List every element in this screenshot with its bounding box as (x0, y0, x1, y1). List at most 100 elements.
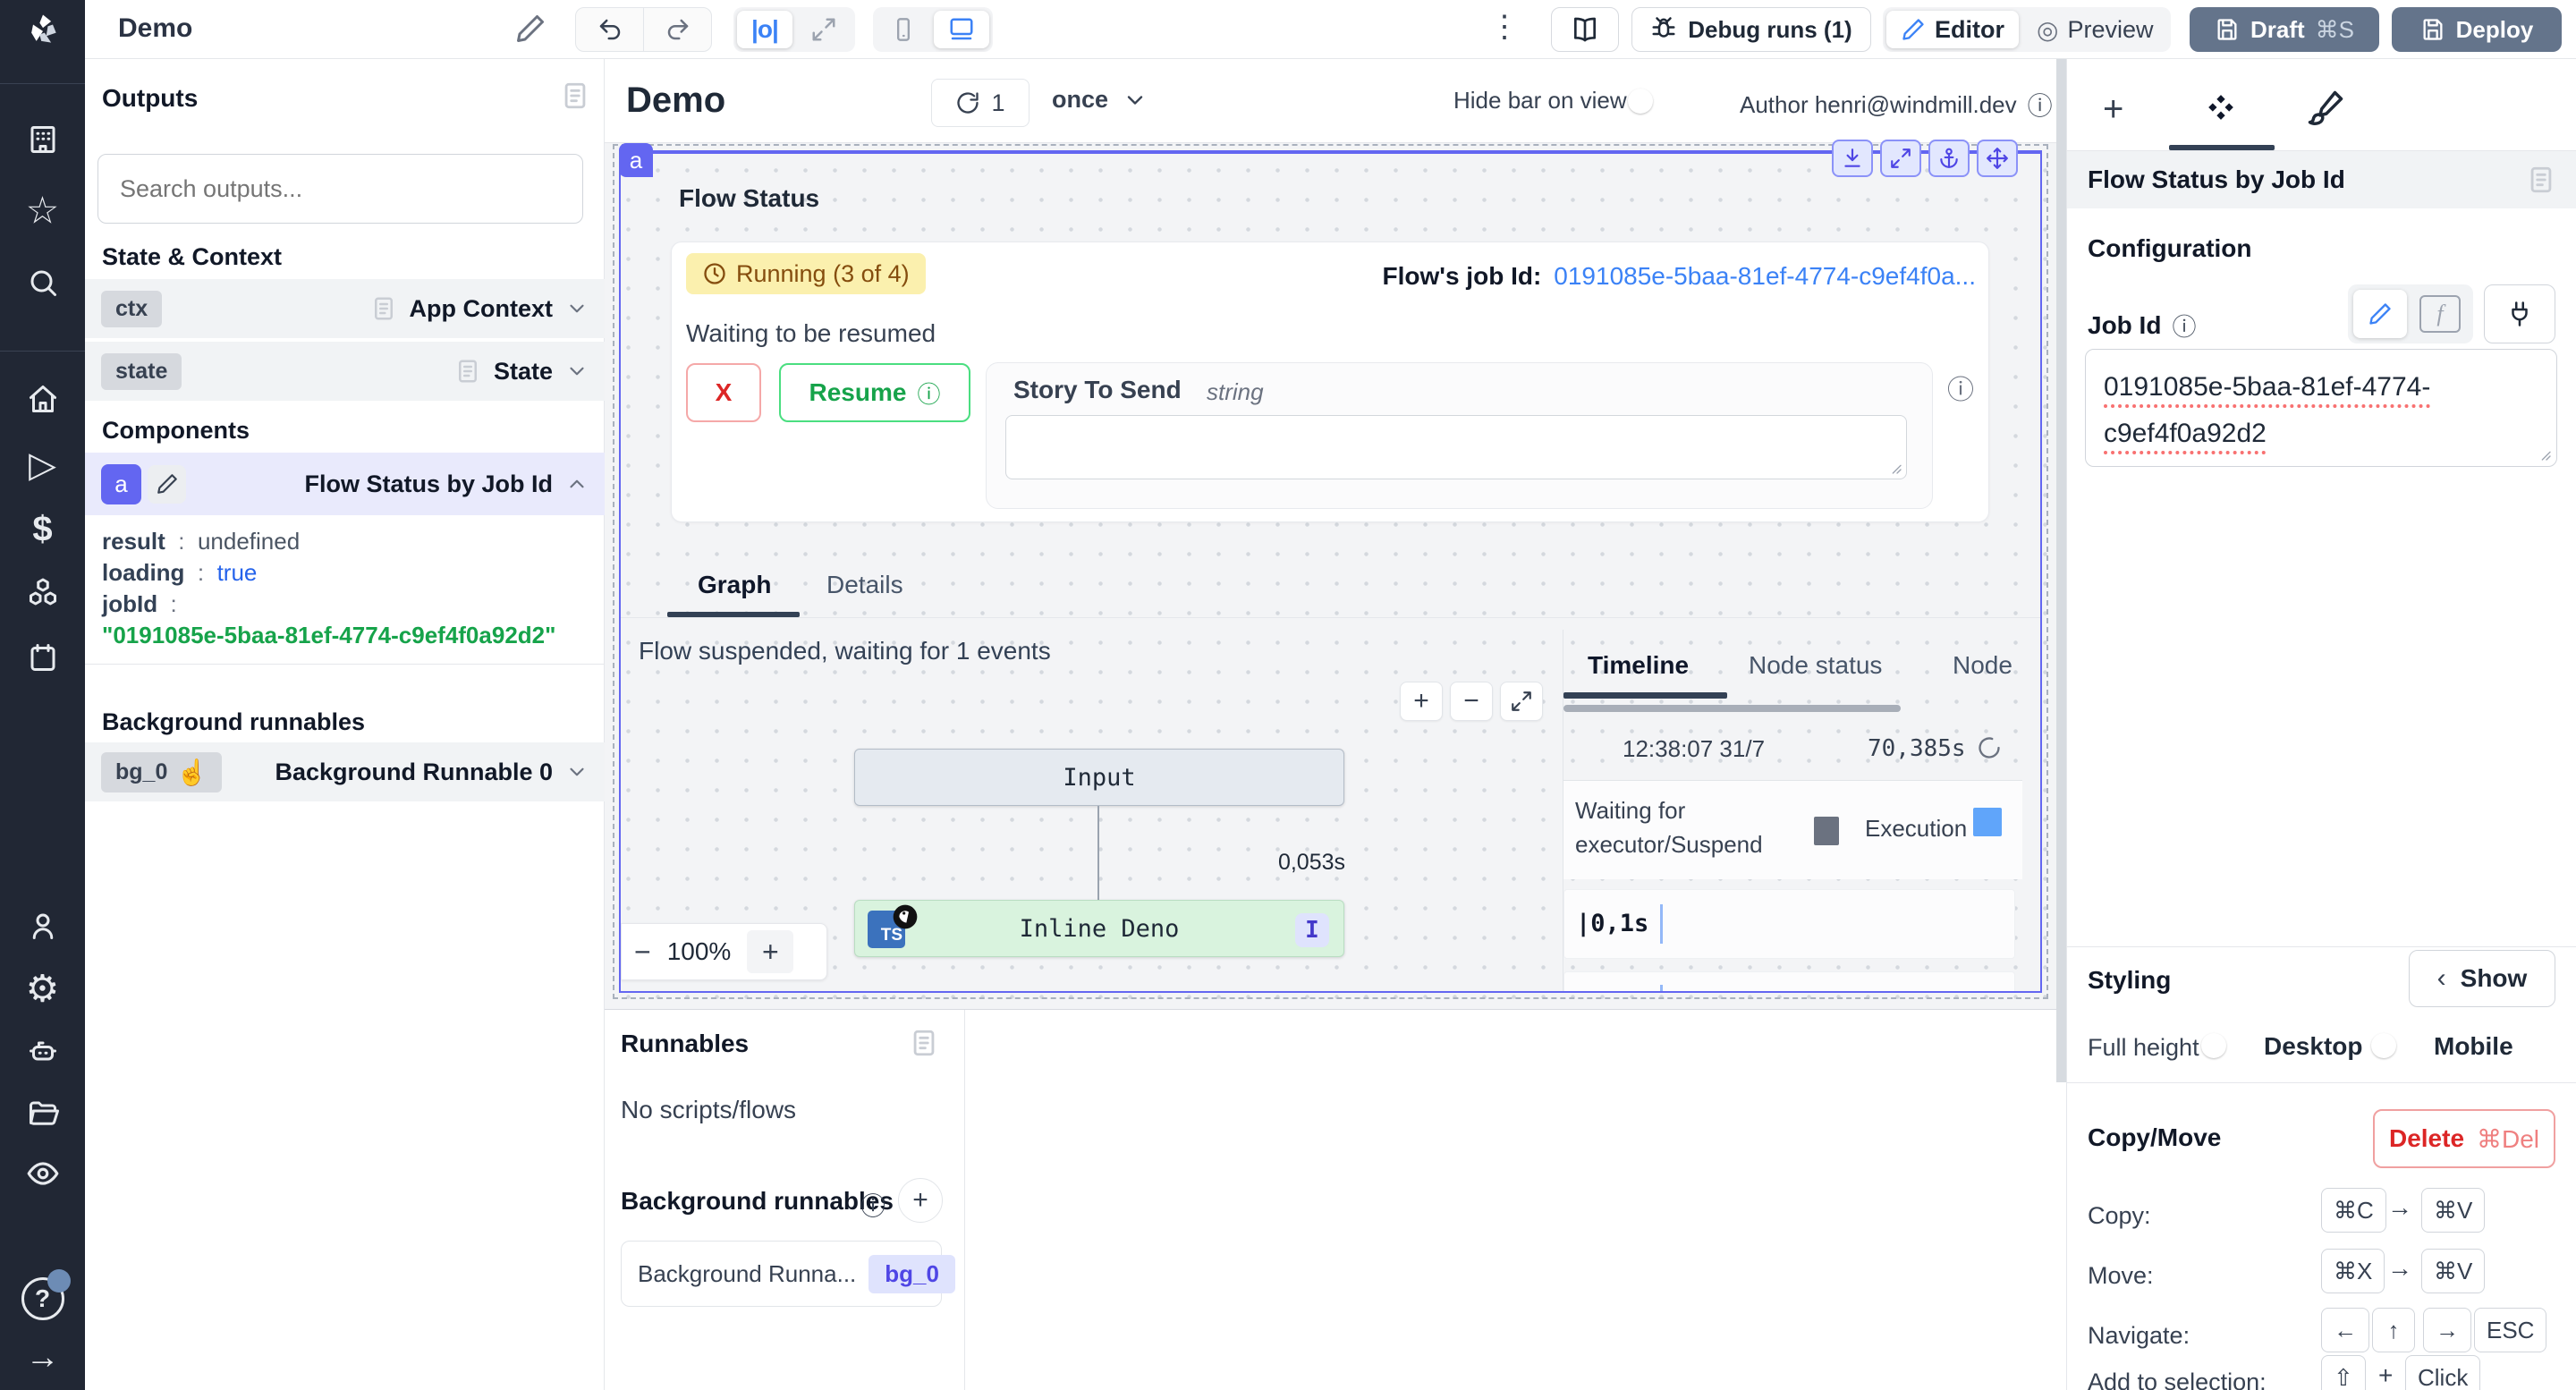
connect-plug-button[interactable] (2484, 284, 2555, 343)
search-outputs-input[interactable] (97, 154, 583, 224)
workers-robot-icon[interactable] (27, 1035, 59, 1067)
static-input-pencil-button[interactable] (2353, 290, 2407, 338)
state-row[interactable]: state State (85, 342, 605, 401)
kebab-menu-icon[interactable]: ⋮ (1489, 9, 1520, 45)
resume-button[interactable]: Resume ⓘ (779, 363, 970, 422)
variables-dollar-icon[interactable]: $ (32, 510, 52, 550)
move-icon[interactable] (1977, 140, 2018, 177)
schedule-dropdown[interactable]: once (1052, 86, 1148, 114)
draft-button[interactable]: Draft ⌘S (2190, 7, 2379, 52)
info-icon[interactable]: ⓘ (1947, 368, 1974, 407)
runnables-empty-text: No scripts/flows (621, 1096, 796, 1124)
help-icon[interactable]: ? (21, 1277, 64, 1320)
tab-preview[interactable]: ◎ Preview (2022, 11, 2167, 48)
insert-component-tab[interactable]: + (2103, 89, 2123, 130)
mobile-view-button[interactable] (877, 11, 930, 48)
schedules-calendar-icon[interactable] (27, 641, 59, 674)
tab-node[interactable]: Node (1953, 651, 2012, 680)
info-icon[interactable]: ⓘ (2028, 87, 2053, 123)
graph-zoom-in-button[interactable]: + (1400, 682, 1443, 721)
chevron-up-icon[interactable] (565, 472, 589, 496)
timeline-hscrollbar[interactable] (1563, 705, 1901, 712)
edit-title-pencil-icon[interactable] (514, 13, 547, 45)
flow-job-id-link[interactable]: 0191085e-5baa-81ef-4774-c9ef4f0a... (1554, 262, 1976, 291)
fullwidth-layout-button[interactable] (796, 11, 852, 48)
redo-button[interactable] (644, 8, 711, 51)
arrow-glyph: → (2387, 1254, 2412, 1283)
rename-pencil-icon[interactable] (148, 465, 186, 504)
folders-icon[interactable] (27, 1098, 59, 1130)
chevron-down-icon[interactable] (565, 297, 589, 320)
collapse-sidebar-arrow-icon[interactable]: → (26, 1339, 60, 1377)
refresh-count-button[interactable]: 1 (931, 79, 1030, 127)
windmill-logo[interactable] (23, 10, 63, 49)
graph-fullscreen-button[interactable] (1500, 682, 1543, 721)
background-runnable-item[interactable]: Background Runna... bg_0 (621, 1241, 942, 1307)
component-tag-badge[interactable]: a (619, 143, 653, 177)
component-settings-tab[interactable] (2203, 91, 2239, 127)
center-layout-button[interactable]: |o| (737, 11, 792, 48)
favorites-star-icon[interactable]: ☆ (26, 189, 60, 233)
state-doc-icon[interactable] (454, 358, 481, 385)
save-icon (2420, 17, 2445, 42)
resize-handle[interactable] (2538, 447, 2552, 462)
component-doc-icon[interactable] (2526, 165, 2556, 195)
cancel-button[interactable]: X (686, 363, 761, 422)
delete-button[interactable]: Delete ⌘Del (2373, 1109, 2555, 1168)
anchor-icon[interactable] (1928, 140, 1970, 177)
resize-handle[interactable] (1888, 461, 1902, 475)
tab-node-status[interactable]: Node status (1749, 651, 1882, 680)
deploy-button[interactable]: Deploy (2392, 7, 2562, 52)
search-icon[interactable] (27, 267, 59, 299)
chevron-down-icon[interactable] (565, 360, 589, 383)
bg0-badge: bg_0 ☝ (101, 752, 222, 792)
background-runnable-row[interactable]: bg_0 ☝ Background Runnable 0 (85, 742, 605, 801)
docs-book-button[interactable] (1551, 7, 1619, 52)
add-background-runnable-button[interactable]: + (898, 1178, 943, 1223)
tab-editor[interactable]: Editor (1886, 11, 2019, 48)
flow-status-component[interactable]: Flow Status Running (3 of 4) Flow's job … (619, 150, 2042, 993)
tab-timeline[interactable]: Timeline (1588, 651, 1689, 680)
outputs-doc-icon[interactable] (560, 81, 590, 111)
mobile-label: Mobile (2434, 1032, 2513, 1061)
chevron-down-icon[interactable] (565, 760, 589, 784)
job-id-input[interactable]: 0191085e-5baa-81ef-4774- c9ef4f0a92d2 (2085, 349, 2557, 467)
tab-details[interactable]: Details (826, 571, 903, 599)
flow-node-inline-deno[interactable]: TS Inline Deno I (854, 900, 1344, 957)
ctx-doc-icon[interactable] (370, 295, 397, 322)
full-height-label: Full height (2088, 1034, 2199, 1062)
preview-label: Preview (2067, 16, 2153, 44)
styling-brush-tab[interactable] (2307, 89, 2344, 127)
ctx-row[interactable]: ctx App Context (85, 279, 605, 338)
runs-play-icon[interactable]: ▷ (29, 445, 56, 486)
preview-eye-icon: ◎ (2037, 15, 2058, 45)
story-textarea[interactable] (1005, 415, 1907, 479)
undo-button[interactable] (576, 8, 644, 51)
author-info: Author henri@windmill.dev ⓘ (1740, 87, 2053, 123)
editor-preview-toggle: Editor ◎ Preview (1883, 7, 2171, 52)
fullscreen-icon[interactable] (1880, 140, 1921, 177)
component-row-selected[interactable]: a Flow Status by Job Id (85, 453, 605, 515)
info-icon[interactable]: ⓘ (860, 1187, 886, 1223)
canvas-scrollbar[interactable] (2056, 59, 2066, 1082)
desktop-view-button[interactable] (934, 11, 989, 48)
app-canvas[interactable]: a Flow Status Running (3 of 4) Flow's jo… (605, 143, 2066, 1009)
expand-down-icon[interactable] (1832, 140, 1873, 177)
runnables-doc-icon[interactable] (909, 1028, 939, 1058)
debug-runs-button[interactable]: Debug runs (1) (1631, 7, 1871, 52)
eval-input-fx-button[interactable]: f (2419, 295, 2461, 333)
show-styling-button[interactable]: ‹ Show (2409, 950, 2555, 1007)
graph-zoom-out-button[interactable]: − (1450, 682, 1493, 721)
info-icon[interactable]: ⓘ (2172, 308, 2196, 343)
flow-node-input[interactable]: Input (854, 749, 1344, 806)
zoom-in-icon[interactable]: + (747, 930, 793, 973)
zoom-out-icon[interactable]: − (634, 936, 651, 969)
home-icon[interactable] (27, 383, 59, 415)
audit-eye-icon[interactable] (26, 1157, 60, 1191)
users-icon[interactable] (27, 910, 59, 942)
topbar: Demo |o| ⋮ Debug runs (1) Editor ◎ (85, 0, 2576, 59)
workspace-building-icon[interactable] (27, 123, 59, 156)
tab-graph[interactable]: Graph (698, 571, 771, 599)
resources-cubes-icon[interactable] (27, 577, 59, 609)
settings-gear-icon[interactable]: ⚙ (26, 967, 60, 1011)
